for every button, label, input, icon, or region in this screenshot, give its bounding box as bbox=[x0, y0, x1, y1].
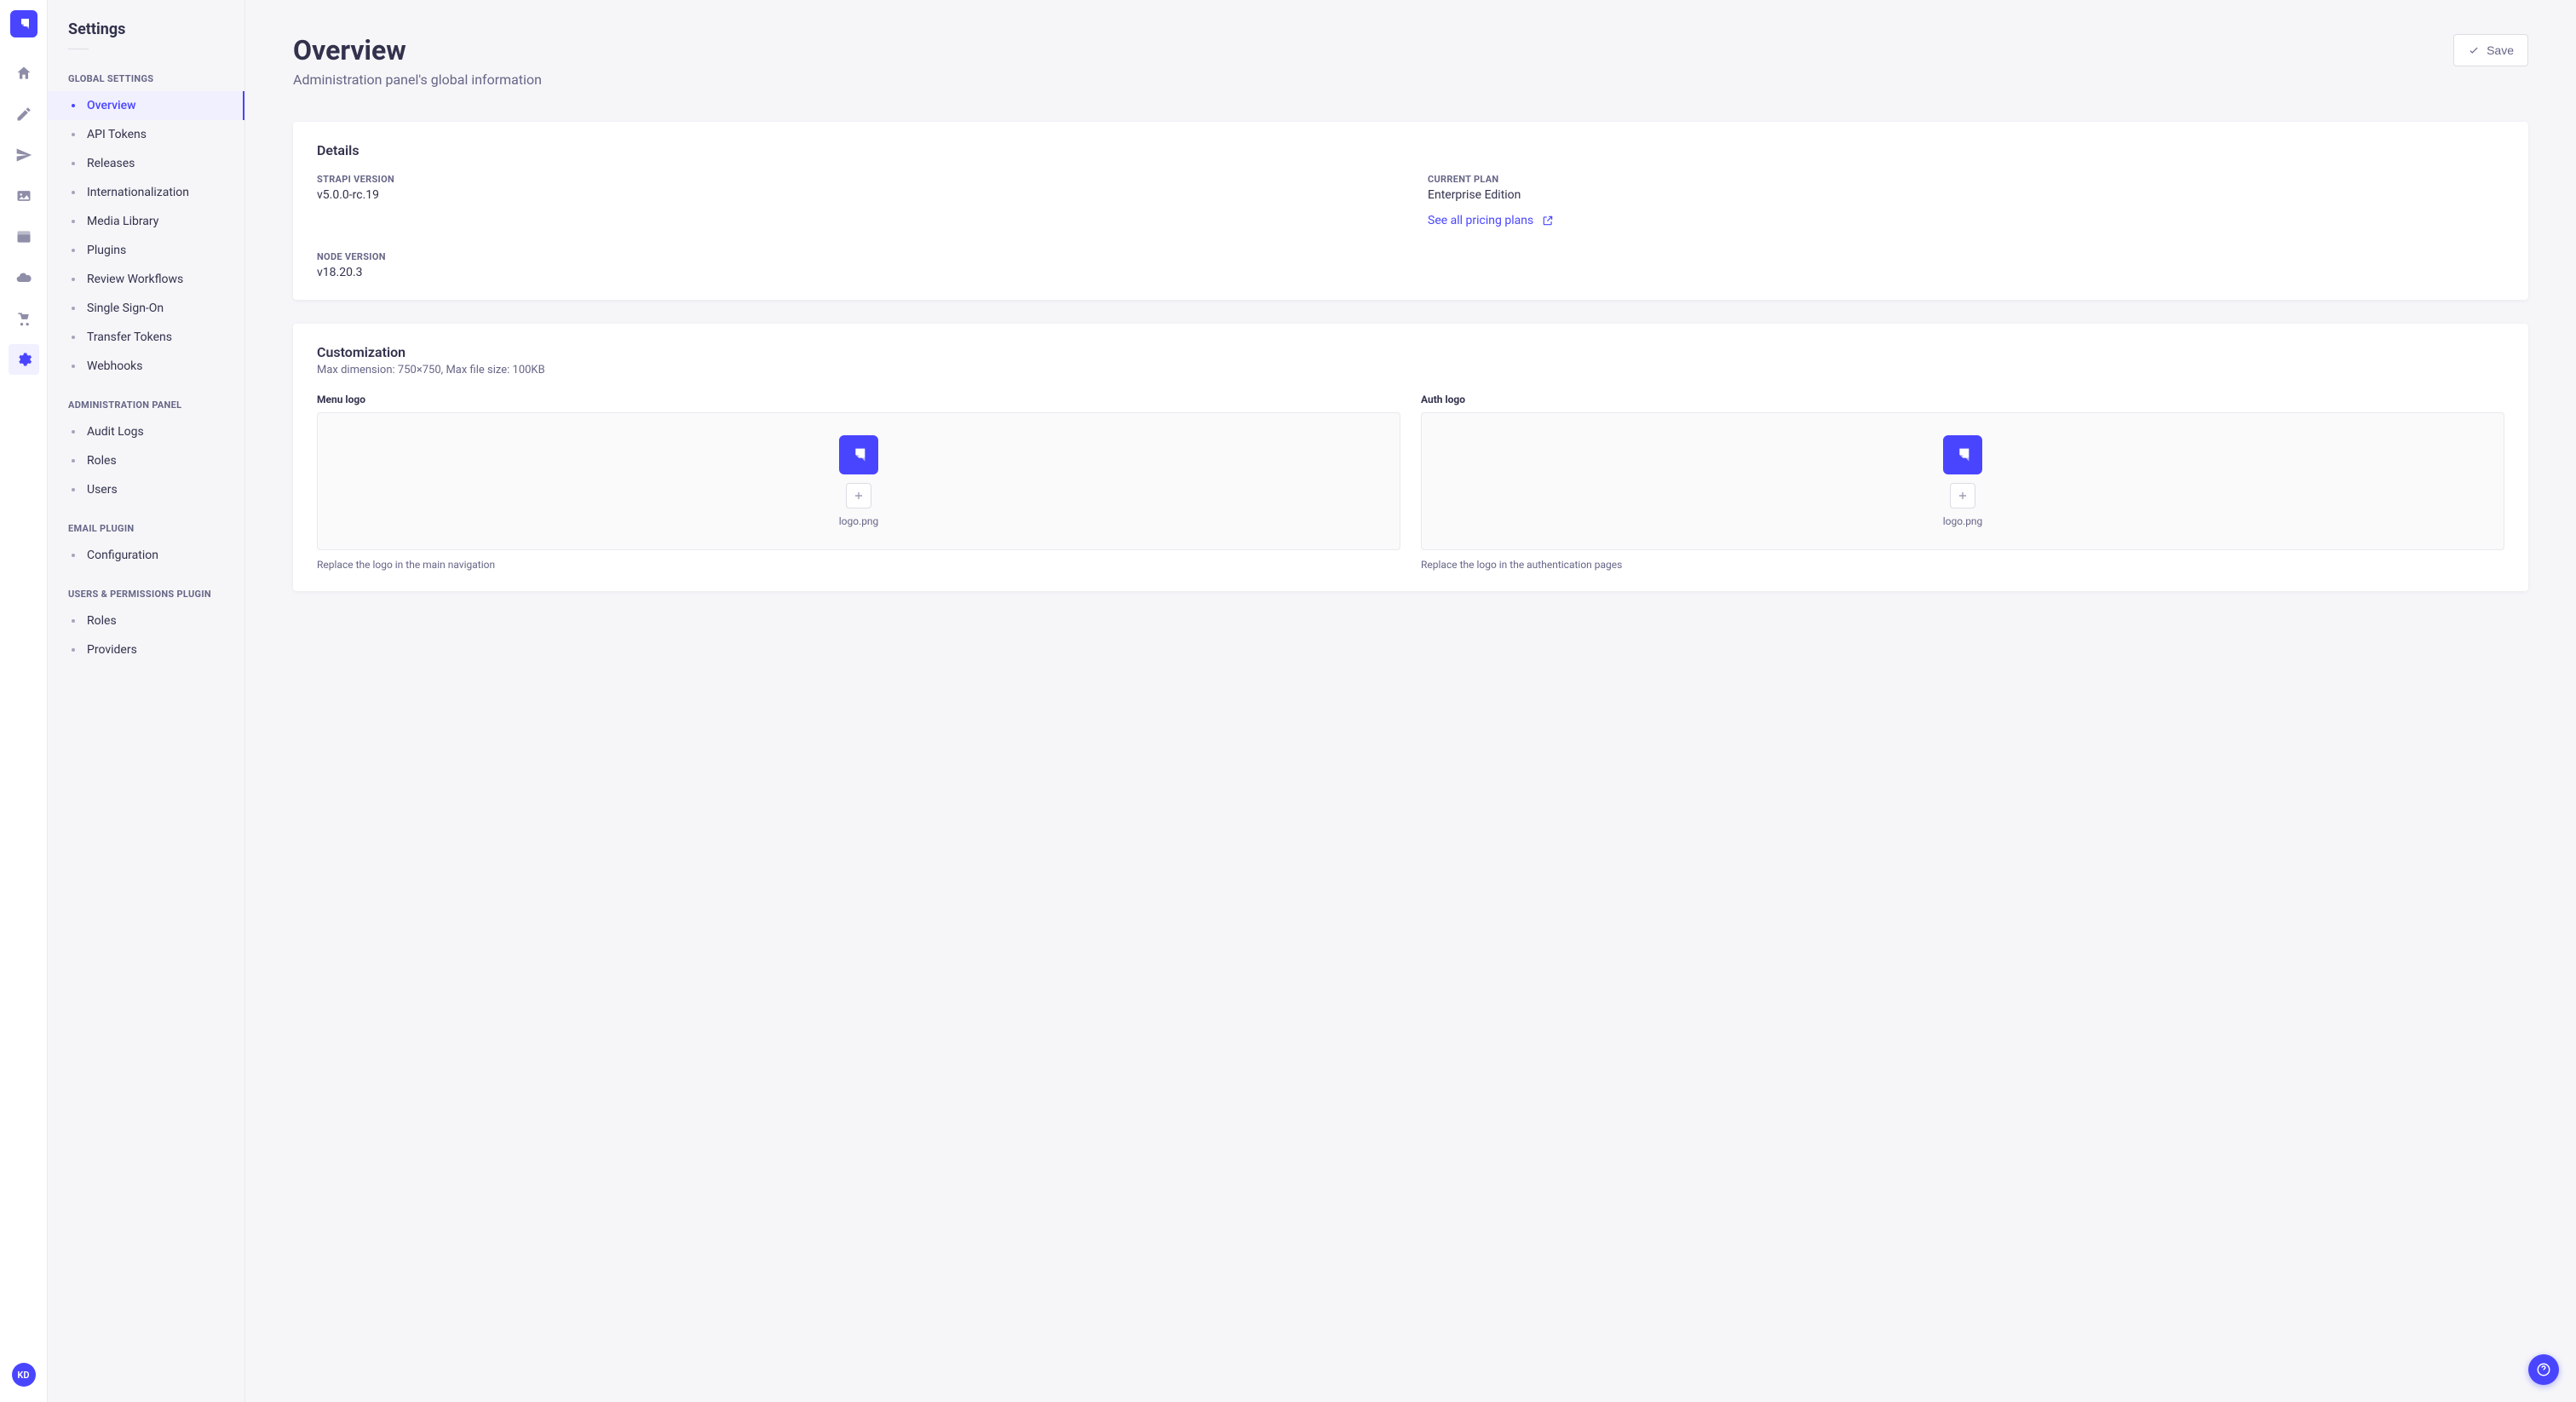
nav-send-icon[interactable] bbox=[9, 140, 39, 170]
auth-logo-upload[interactable]: logo.png bbox=[1421, 412, 2504, 550]
page-title: Overview bbox=[293, 34, 542, 66]
menu-logo-hint: Replace the logo in the main navigation bbox=[317, 559, 1400, 571]
sidebar-title: Settings bbox=[48, 20, 244, 49]
pricing-link-label: See all pricing plans bbox=[1428, 214, 1533, 227]
save-button-label: Save bbox=[2487, 43, 2514, 57]
menu-logo-preview bbox=[839, 435, 878, 474]
sidebar-item-label: Transfer Tokens bbox=[87, 330, 172, 344]
auth-logo-hint: Replace the logo in the authentication p… bbox=[1421, 559, 2504, 571]
check-icon bbox=[2468, 44, 2480, 56]
nav-cloud-icon[interactable] bbox=[9, 262, 39, 293]
plus-icon bbox=[853, 490, 865, 502]
sidebar-item-label: Releases bbox=[87, 157, 135, 170]
sidebar-item-label: Review Workflows bbox=[87, 273, 183, 286]
plus-icon bbox=[1957, 490, 1969, 502]
sidebar-group-users-perms: USERS & PERMISSIONS PLUGIN bbox=[48, 582, 244, 606]
sidebar-item-label: Providers bbox=[87, 643, 137, 657]
sidebar-item-label: Overview bbox=[87, 99, 135, 112]
save-button[interactable]: Save bbox=[2453, 34, 2528, 66]
sidebar-item-label: Plugins bbox=[87, 244, 126, 257]
sidebar-item-sso[interactable]: Single Sign-On bbox=[48, 294, 244, 323]
strapi-version-label: STRAPI VERSION bbox=[317, 174, 1394, 185]
sidebar-item-email-config[interactable]: Configuration bbox=[48, 541, 244, 570]
plan-value: Enterprise Edition bbox=[1428, 188, 2504, 202]
sidebar-item-review-workflows[interactable]: Review Workflows bbox=[48, 265, 244, 294]
help-icon bbox=[2536, 1362, 2551, 1377]
customization-heading: Customization bbox=[317, 344, 2504, 360]
sidebar-item-up-providers[interactable]: Providers bbox=[48, 635, 244, 664]
plan-label: CURRENT PLAN bbox=[1428, 174, 2504, 185]
settings-sidebar: Settings GLOBAL SETTINGS Overview API To… bbox=[48, 0, 245, 1402]
details-heading: Details bbox=[317, 142, 2504, 158]
page-subtitle: Administration panel's global informatio… bbox=[293, 72, 542, 88]
details-card: Details STRAPI VERSION v5.0.0-rc.19 CURR… bbox=[293, 122, 2528, 300]
sidebar-group-global: GLOBAL SETTINGS bbox=[48, 66, 244, 91]
sidebar-item-up-roles[interactable]: Roles bbox=[48, 606, 244, 635]
main-content: Overview Administration panel's global i… bbox=[245, 0, 2576, 1402]
sidebar-item-label: API Tokens bbox=[87, 128, 147, 141]
sidebar-item-releases[interactable]: Releases bbox=[48, 149, 244, 178]
sidebar-item-users[interactable]: Users bbox=[48, 475, 244, 504]
sidebar-item-label: Roles bbox=[87, 614, 117, 628]
sidebar-item-label: Webhooks bbox=[87, 359, 143, 373]
nav-media-icon[interactable] bbox=[9, 181, 39, 211]
user-avatar[interactable]: KD bbox=[12, 1363, 36, 1387]
sidebar-group-email: EMAIL PLUGIN bbox=[48, 516, 244, 541]
menu-logo-add-button[interactable] bbox=[846, 483, 871, 509]
external-link-icon bbox=[1542, 215, 1554, 227]
sidebar-item-media-library[interactable]: Media Library bbox=[48, 207, 244, 236]
sidebar-item-transfer-tokens[interactable]: Transfer Tokens bbox=[48, 323, 244, 352]
menu-logo-filename: logo.png bbox=[839, 515, 879, 527]
nav-settings-icon[interactable] bbox=[9, 344, 39, 375]
customization-sub: Max dimension: 750×750, Max file size: 1… bbox=[317, 364, 2504, 376]
nav-marketplace-icon[interactable] bbox=[9, 303, 39, 334]
sidebar-item-audit-logs[interactable]: Audit Logs bbox=[48, 417, 244, 446]
app-logo[interactable] bbox=[10, 10, 37, 37]
help-button[interactable] bbox=[2528, 1354, 2559, 1385]
menu-logo-label: Menu logo bbox=[317, 394, 1400, 405]
sidebar-item-label: Media Library bbox=[87, 215, 158, 228]
sidebar-group-admin: ADMINISTRATION PANEL bbox=[48, 393, 244, 417]
auth-logo-add-button[interactable] bbox=[1950, 483, 1975, 509]
sidebar-item-label: Users bbox=[87, 483, 118, 497]
nav-layout-icon[interactable] bbox=[9, 221, 39, 252]
pricing-link[interactable]: See all pricing plans bbox=[1428, 214, 2504, 227]
main-nav-rail: KD bbox=[0, 0, 48, 1402]
sidebar-item-internationalization[interactable]: Internationalization bbox=[48, 178, 244, 207]
customization-card: Customization Max dimension: 750×750, Ma… bbox=[293, 324, 2528, 591]
sidebar-item-label: Internationalization bbox=[87, 186, 189, 199]
strapi-version-value: v5.0.0-rc.19 bbox=[317, 188, 1394, 202]
menu-logo-upload[interactable]: logo.png bbox=[317, 412, 1400, 550]
sidebar-item-webhooks[interactable]: Webhooks bbox=[48, 352, 244, 381]
sidebar-item-label: Configuration bbox=[87, 549, 158, 562]
auth-logo-preview bbox=[1943, 435, 1982, 474]
sidebar-item-label: Audit Logs bbox=[87, 425, 144, 439]
sidebar-item-label: Single Sign-On bbox=[87, 302, 164, 315]
sidebar-item-label: Roles bbox=[87, 454, 117, 468]
auth-logo-filename: logo.png bbox=[1943, 515, 1983, 527]
sidebar-item-plugins[interactable]: Plugins bbox=[48, 236, 244, 265]
sidebar-item-overview[interactable]: Overview bbox=[48, 91, 244, 120]
nav-content-icon[interactable] bbox=[9, 99, 39, 129]
sidebar-item-roles[interactable]: Roles bbox=[48, 446, 244, 475]
node-version-label: NODE VERSION bbox=[317, 251, 1394, 262]
sidebar-item-api-tokens[interactable]: API Tokens bbox=[48, 120, 244, 149]
nav-home-icon[interactable] bbox=[9, 58, 39, 89]
auth-logo-label: Auth logo bbox=[1421, 394, 2504, 405]
node-version-value: v18.20.3 bbox=[317, 266, 1394, 279]
